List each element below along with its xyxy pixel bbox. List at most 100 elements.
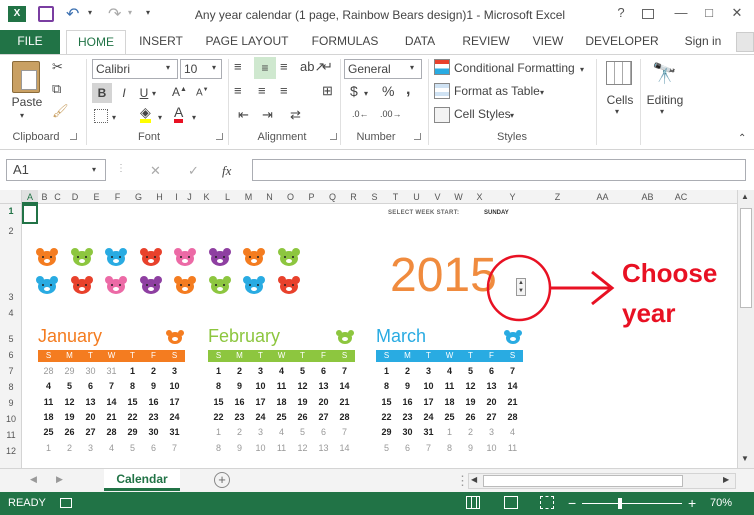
text-direction-icon[interactable]: ⇄ xyxy=(290,107,301,123)
scroll-down-icon[interactable]: ▼ xyxy=(741,454,749,463)
scroll-up-icon[interactable]: ▲ xyxy=(741,192,749,201)
row-header[interactable]: 3 xyxy=(0,292,22,302)
format-as-table-dropdown-icon[interactable]: ▾ xyxy=(540,88,544,97)
save-icon[interactable] xyxy=(38,6,54,22)
currency-dropdown-icon[interactable]: ▾ xyxy=(364,89,368,98)
conditional-formatting-button[interactable]: Conditional Formatting xyxy=(454,61,575,75)
zoom-out-button[interactable]: − xyxy=(568,495,576,511)
column-header[interactable]: M xyxy=(238,190,259,204)
tab-data[interactable]: DATA xyxy=(396,30,444,54)
decrease-decimal-icon[interactable]: .00→ xyxy=(380,109,402,119)
cancel-entry-button[interactable]: ✕ xyxy=(150,163,161,179)
tab-view[interactable]: VIEW xyxy=(526,30,570,54)
middle-align-button[interactable]: ≡ xyxy=(254,57,276,79)
column-header[interactable]: J xyxy=(183,190,196,204)
row-header[interactable]: 5 xyxy=(0,334,22,344)
row-header[interactable]: 9 xyxy=(0,398,22,408)
column-header[interactable]: H xyxy=(149,190,170,204)
scroll-thumb[interactable] xyxy=(740,208,752,308)
cell-styles-dropdown-icon[interactable]: ▾ xyxy=(510,111,514,120)
name-box[interactable]: A1 xyxy=(6,159,106,181)
binoculars-icon[interactable]: 🔭 xyxy=(652,61,677,86)
cells-icon[interactable] xyxy=(606,61,632,85)
sheet-tab-calendar[interactable]: Calendar xyxy=(104,469,180,491)
row-header[interactable]: 11 xyxy=(0,430,22,440)
undo-dropdown-icon[interactable]: ▾ xyxy=(88,8,92,17)
column-header[interactable]: V xyxy=(427,190,448,204)
row-header[interactable]: 6 xyxy=(0,350,22,360)
cells-dropdown-icon[interactable]: ▾ xyxy=(615,107,619,116)
new-sheet-button[interactable]: + xyxy=(214,472,230,488)
sign-in-link[interactable]: Sign in xyxy=(678,30,728,54)
cells-button[interactable]: Cells xyxy=(600,93,640,107)
column-header[interactable]: S xyxy=(364,190,385,204)
currency-button[interactable]: $ xyxy=(350,83,358,99)
copy-icon[interactable]: ⧉ xyxy=(52,81,61,97)
wrap-text-icon[interactable]: ↵ xyxy=(322,59,333,75)
worksheet[interactable]: SELECT WEEK START: SUNDAY 2015 ▲ ▼ Choose… xyxy=(22,204,737,468)
borders-dropdown-icon[interactable]: ▾ xyxy=(112,113,116,122)
column-header[interactable]: Q xyxy=(322,190,343,204)
borders-icon[interactable] xyxy=(94,109,108,123)
font-color-icon[interactable]: A xyxy=(174,105,184,123)
fill-color-icon[interactable]: ◈ xyxy=(140,105,151,123)
week-start-value[interactable]: SUNDAY xyxy=(484,210,509,216)
minimize-button[interactable]: — xyxy=(670,5,692,20)
comma-button[interactable]: , xyxy=(406,81,410,99)
fill-color-dropdown-icon[interactable]: ▾ xyxy=(158,113,162,122)
column-header[interactable]: T xyxy=(385,190,406,204)
formula-bar-grip-icon[interactable]: ⋮ xyxy=(116,163,126,174)
redo-dropdown-icon[interactable]: ▾ xyxy=(128,8,132,17)
increase-decimal-icon[interactable]: .0← xyxy=(352,109,369,119)
column-header[interactable]: W xyxy=(448,190,469,204)
italic-button[interactable]: I xyxy=(116,83,132,103)
column-header[interactable]: B xyxy=(38,190,51,204)
row-header[interactable]: 12 xyxy=(0,446,22,456)
row-header[interactable]: 8 xyxy=(0,382,22,392)
zoom-in-button[interactable]: + xyxy=(688,495,696,511)
column-header[interactable]: U xyxy=(406,190,427,204)
column-header[interactable]: A xyxy=(22,190,38,204)
row-header[interactable]: 1 xyxy=(0,206,22,216)
font-launcher-icon[interactable] xyxy=(216,133,223,140)
grow-font-icon[interactable]: A▲ xyxy=(172,85,187,99)
macro-record-icon[interactable] xyxy=(60,498,72,508)
format-as-table-button[interactable]: Format as Table xyxy=(454,84,540,98)
align-left-icon[interactable]: ≡ xyxy=(234,83,242,98)
paste-dropdown-icon[interactable]: ▾ xyxy=(20,111,24,120)
format-as-table-icon[interactable] xyxy=(434,83,450,99)
help-button[interactable]: ? xyxy=(610,5,632,20)
zoom-slider-thumb[interactable] xyxy=(618,498,622,509)
close-button[interactable]: ✕ xyxy=(726,5,748,21)
scroll-left-icon[interactable]: ◀ xyxy=(471,475,477,484)
format-painter-icon[interactable]: 🖌 xyxy=(52,103,69,119)
row-header[interactable]: 10 xyxy=(0,414,22,424)
column-header[interactable]: Z xyxy=(535,190,580,204)
ribbon-display-icon[interactable] xyxy=(642,9,654,19)
enter-entry-button[interactable]: ✓ xyxy=(188,163,199,179)
underline-dropdown-icon[interactable]: ▾ xyxy=(152,89,156,98)
column-header[interactable]: L xyxy=(217,190,238,204)
underline-button[interactable]: U xyxy=(136,83,152,103)
active-cell-a1[interactable] xyxy=(22,204,38,224)
horizontal-scroll-thumb[interactable] xyxy=(483,475,683,487)
clipboard-launcher-icon[interactable] xyxy=(70,133,77,140)
align-right-icon[interactable]: ≡ xyxy=(280,83,288,98)
row-header[interactable]: 2 xyxy=(0,226,22,236)
zoom-level[interactable]: 70% xyxy=(710,497,732,509)
cell-styles-button[interactable]: Cell Styles xyxy=(454,107,511,121)
alignment-launcher-icon[interactable] xyxy=(330,133,337,140)
tab-developer[interactable]: DEVELOPER xyxy=(582,30,662,54)
redo-icon[interactable]: ↷ xyxy=(108,4,121,24)
column-header[interactable]: N xyxy=(259,190,280,204)
shrink-font-icon[interactable]: A▼ xyxy=(196,87,209,98)
column-header[interactable]: AB xyxy=(625,190,670,204)
name-box-dropdown-icon[interactable]: ▾ xyxy=(92,165,96,174)
collapse-ribbon-icon[interactable]: ⌃ xyxy=(738,133,746,144)
font-color-dropdown-icon[interactable]: ▾ xyxy=(192,113,196,122)
tab-formulas[interactable]: FORMULAS xyxy=(306,30,384,54)
excel-logo-icon[interactable]: X xyxy=(8,6,26,22)
vertical-scrollbar[interactable]: ▲ ▼ xyxy=(737,190,754,468)
column-header[interactable]: X xyxy=(469,190,490,204)
column-header[interactable]: Y xyxy=(490,190,535,204)
